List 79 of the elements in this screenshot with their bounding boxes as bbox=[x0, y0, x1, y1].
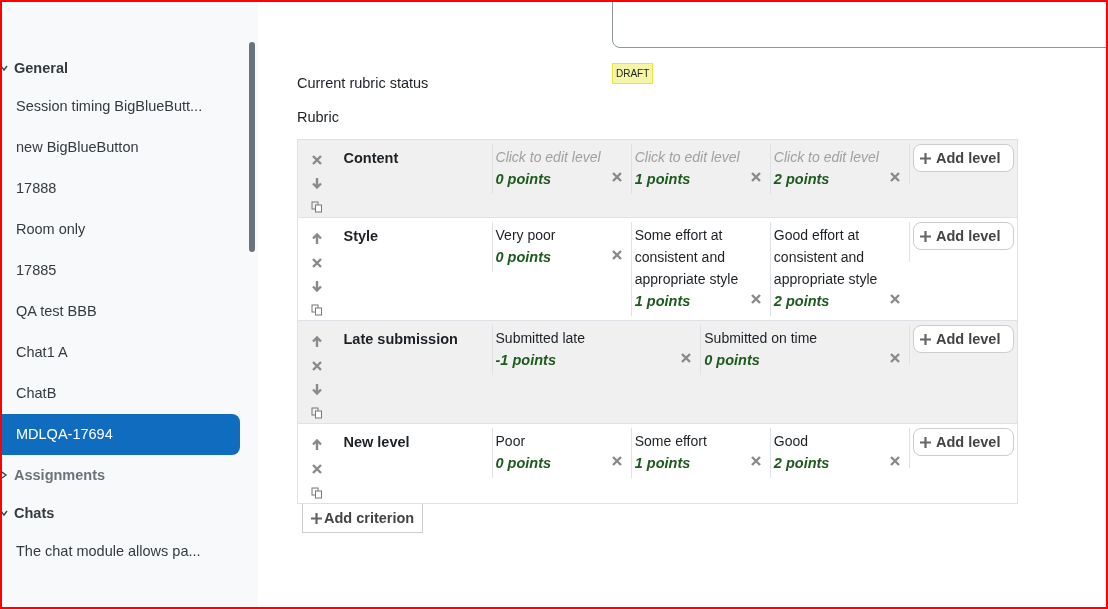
sidebar-item[interactable]: Session timing BigBlueButt... bbox=[2, 86, 240, 127]
chevron-down-icon[interactable] bbox=[2, 64, 8, 72]
level-definition[interactable]: Good bbox=[773, 430, 889, 452]
level-definition[interactable]: Poor bbox=[495, 430, 611, 452]
sidebar-item[interactable]: 17885 bbox=[2, 250, 240, 291]
plus-icon[interactable] bbox=[311, 512, 322, 524]
level-points[interactable]: 0 points bbox=[495, 171, 552, 187]
move-up-icon[interactable] bbox=[310, 335, 323, 348]
move-down-icon[interactable] bbox=[310, 384, 323, 395]
add-level-button[interactable]: Add level bbox=[913, 428, 1014, 456]
sidebar-item[interactable]: QA test BBB bbox=[2, 291, 240, 332]
move-down-icon[interactable] bbox=[310, 281, 323, 292]
add-criterion-button[interactable]: Add criterion bbox=[302, 504, 424, 533]
move-up-icon[interactable] bbox=[310, 438, 323, 451]
level-points[interactable]: 2 points bbox=[773, 293, 830, 309]
criterion-description[interactable]: Style bbox=[343, 228, 379, 244]
field-label: Rubric bbox=[297, 109, 340, 127]
status-badge: DRAFT bbox=[612, 63, 654, 84]
duplicate-icon[interactable] bbox=[310, 407, 323, 419]
section-heading[interactable]: Chats bbox=[14, 505, 55, 521]
level-points[interactable]: 0 points bbox=[704, 352, 760, 368]
level-points[interactable]: 2 points bbox=[773, 171, 830, 187]
delete-icon[interactable] bbox=[749, 293, 762, 305]
move-down-icon[interactable] bbox=[310, 178, 323, 189]
field-label: Current rubric status bbox=[297, 75, 430, 91]
delete-icon[interactable] bbox=[610, 171, 623, 183]
delete-icon[interactable] bbox=[749, 171, 762, 183]
plus-icon[interactable] bbox=[920, 333, 931, 345]
level-points[interactable]: 1 points bbox=[634, 455, 691, 471]
level-points[interactable]: -1 points bbox=[495, 352, 556, 368]
sidebar-item[interactable]: MDLQA-17694 bbox=[2, 414, 240, 455]
duplicate-icon[interactable] bbox=[310, 304, 323, 316]
duplicate-icon[interactable] bbox=[310, 487, 323, 499]
criterion-description[interactable]: Late submission bbox=[343, 331, 458, 347]
chevron-down-icon[interactable] bbox=[2, 509, 8, 517]
plus-icon[interactable] bbox=[920, 230, 931, 242]
level-definition[interactable]: Submitted late bbox=[495, 327, 681, 349]
level-definition[interactable]: Some effort at consistent and appropriate style bbox=[634, 224, 750, 290]
delete-icon[interactable] bbox=[610, 249, 623, 261]
scrollbar-thumb[interactable] bbox=[249, 42, 255, 252]
move-up-icon[interactable] bbox=[310, 232, 323, 245]
delete-icon[interactable] bbox=[680, 352, 693, 364]
criterion-description[interactable]: New level bbox=[343, 434, 410, 450]
add-level-button[interactable]: Add level bbox=[913, 144, 1014, 172]
level-points[interactable]: 1 points bbox=[634, 293, 691, 309]
sidebar-item[interactable]: 17888 bbox=[2, 168, 240, 209]
duplicate-icon[interactable] bbox=[310, 201, 323, 213]
sidebar-item[interactable]: ChatB bbox=[2, 373, 240, 414]
sidebar-item[interactable]: The chat module allows pa... bbox=[2, 531, 240, 572]
level-definition[interactable]: Very poor bbox=[495, 224, 611, 246]
level-points[interactable]: 1 points bbox=[634, 171, 691, 187]
delete-icon[interactable] bbox=[889, 352, 901, 364]
delete-icon[interactable] bbox=[749, 455, 762, 467]
delete-icon[interactable] bbox=[310, 463, 323, 475]
delete-icon[interactable] bbox=[310, 360, 323, 372]
delete-icon[interactable] bbox=[310, 257, 323, 269]
add-level-button[interactable]: Add level bbox=[913, 222, 1014, 250]
delete-icon[interactable] bbox=[889, 171, 901, 183]
sidebar-item[interactable]: Room only bbox=[2, 209, 240, 250]
delete-icon[interactable] bbox=[889, 293, 901, 305]
delete-icon[interactable] bbox=[610, 455, 623, 467]
delete-icon[interactable] bbox=[889, 455, 901, 467]
sidebar-item[interactable]: new BigBlueButton bbox=[2, 127, 240, 168]
delete-icon[interactable] bbox=[310, 154, 323, 166]
section-heading[interactable]: Assignments bbox=[14, 467, 106, 483]
plus-icon[interactable] bbox=[920, 152, 931, 164]
criterion-description[interactable]: Content bbox=[343, 150, 399, 166]
level-points[interactable]: 2 points bbox=[773, 455, 830, 471]
chevron-right-icon[interactable] bbox=[2, 471, 8, 479]
level-definition[interactable]: Submitted on time bbox=[704, 327, 889, 349]
level-points[interactable]: 0 points bbox=[495, 249, 552, 265]
text-area[interactable] bbox=[612, 2, 1106, 48]
level-definition[interactable]: Some effort bbox=[634, 430, 750, 452]
sidebar-item[interactable]: Chat1 A bbox=[2, 332, 240, 373]
level-definition[interactable]: Good effort at consistent and appropriate style bbox=[773, 224, 889, 290]
level-points[interactable]: 0 points bbox=[495, 455, 552, 471]
plus-icon[interactable] bbox=[920, 436, 931, 448]
add-level-button[interactable]: Add level bbox=[913, 325, 1014, 353]
section-heading[interactable]: General bbox=[14, 60, 68, 76]
